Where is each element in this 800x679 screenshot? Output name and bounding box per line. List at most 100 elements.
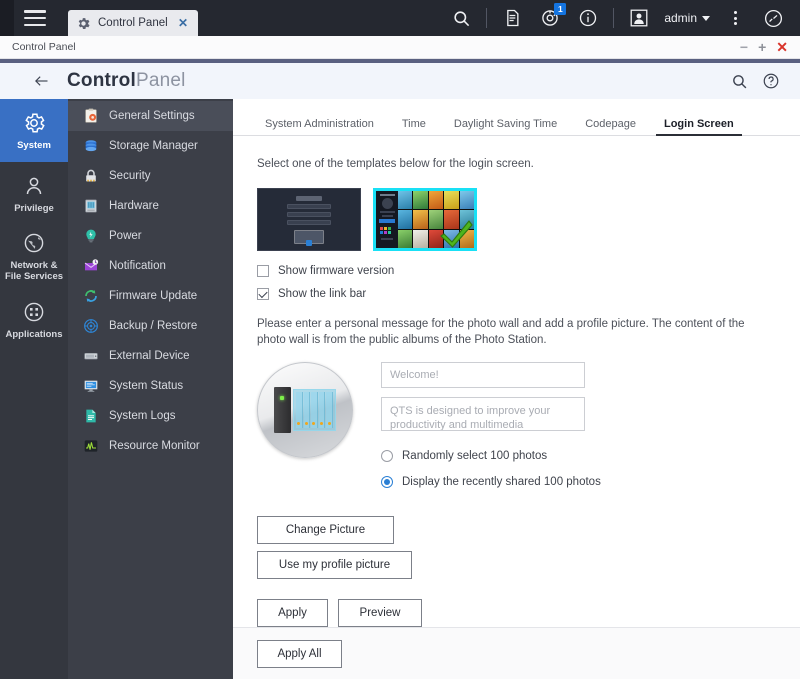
menu-item-security[interactable]: Security <box>68 161 233 191</box>
rail-label-privilege: Privilege <box>14 202 54 214</box>
user-avatar-icon[interactable] <box>620 0 658 36</box>
menu-item-system-status[interactable]: System Status <box>68 371 233 401</box>
preview-button[interactable]: Preview <box>338 599 422 627</box>
radio-row-random-photos[interactable]: Randomly select 100 photos <box>381 450 601 462</box>
classic-login-template[interactable] <box>257 188 361 251</box>
user-name: admin <box>664 11 697 25</box>
menu-item-power[interactable]: Power <box>68 221 233 251</box>
control-panel-header-icons <box>731 72 800 90</box>
settings-menu: General Settings Storage Manager Securit… <box>68 99 233 679</box>
checkbox-show-firmware-version[interactable] <box>257 265 269 277</box>
use-profile-picture-button[interactable]: Use my profile picture <box>257 551 412 579</box>
selected-checkmark-icon <box>439 218 473 248</box>
category-rail: System Privilege Network & File Services… <box>0 99 68 679</box>
radio-row-recently-shared[interactable]: Display the recently shared 100 photos <box>381 476 601 488</box>
help-icon[interactable] <box>762 72 780 90</box>
user-icon <box>22 174 46 198</box>
menu-item-hardware[interactable]: Hardware <box>68 191 233 221</box>
apply-all-button[interactable]: Apply All <box>257 639 342 668</box>
file-station-icon[interactable] <box>493 0 531 36</box>
checkbox-row-link-bar[interactable]: Show the link bar <box>257 288 776 300</box>
menu-item-notification[interactable]: Notification <box>68 251 233 281</box>
tab-codepage[interactable]: Codepage <box>571 118 650 135</box>
gear-icon <box>22 111 46 135</box>
notification-icon[interactable]: 1 <box>531 0 569 36</box>
more-vertical-icon[interactable] <box>716 0 754 36</box>
rail-item-system[interactable]: System <box>0 99 68 162</box>
tab-time[interactable]: Time <box>388 118 440 135</box>
checkbox-label: Show firmware version <box>278 265 395 277</box>
dashboard-icon[interactable] <box>754 0 792 36</box>
change-picture-button[interactable]: Change Picture <box>257 516 394 544</box>
tab-system-administration[interactable]: System Administration <box>251 118 388 135</box>
log-icon <box>82 408 99 425</box>
maximize-button[interactable]: + <box>758 40 766 54</box>
content-pane: System Administration Time Daylight Savi… <box>233 99 800 679</box>
menu-label: System Logs <box>109 410 176 422</box>
notification-badge: 1 <box>554 3 567 15</box>
notification-icon <box>82 258 99 275</box>
tab-daylight-saving-time[interactable]: Daylight Saving Time <box>440 118 571 135</box>
page-title-light: Panel <box>135 70 186 91</box>
menu-item-backup-restore[interactable]: Backup / Restore <box>68 311 233 341</box>
action-buttons: Apply Preview <box>257 599 776 627</box>
tab-login-screen[interactable]: Login Screen <box>650 118 748 136</box>
radio-recently-shared[interactable] <box>381 476 393 488</box>
window-tab-control-panel[interactable]: Control Panel ✕ <box>68 10 198 36</box>
close-window-button[interactable]: ✕ <box>776 40 788 54</box>
welcome-title-input[interactable] <box>381 362 585 388</box>
menu-item-system-logs[interactable]: System Logs <box>68 401 233 431</box>
hardware-icon <box>82 198 99 215</box>
clipboard-gear-icon <box>82 108 99 125</box>
photo-wall-thumbnail <box>376 191 474 248</box>
rail-label-network: Network & File Services <box>4 260 64 282</box>
menu-label: Hardware <box>109 200 159 212</box>
menu-item-general-settings[interactable]: General Settings <box>68 101 233 131</box>
photo-selection-options: Randomly select 100 photos Display the r… <box>381 450 601 502</box>
page-title: ControlPanel <box>67 70 186 92</box>
menu-label: Firmware Update <box>109 290 198 302</box>
menu-label: Security <box>109 170 151 182</box>
close-icon[interactable]: ✕ <box>176 17 190 29</box>
nas-device-avatar[interactable] <box>257 362 353 458</box>
picture-buttons: Change Picture Use my profile picture <box>257 516 417 579</box>
menu-item-firmware-update[interactable]: Firmware Update <box>68 281 233 311</box>
window-title: Control Panel <box>12 41 76 53</box>
control-panel-body: System Privilege Network & File Services… <box>0 99 800 679</box>
minimize-button[interactable]: − <box>740 40 748 54</box>
back-arrow-icon[interactable] <box>32 73 51 89</box>
info-icon[interactable] <box>569 0 607 36</box>
checkbox-row-firmware-version[interactable]: Show firmware version <box>257 265 776 277</box>
menu-item-resource-monitor[interactable]: Resource Monitor <box>68 431 233 461</box>
apply-button[interactable]: Apply <box>257 599 328 627</box>
thumbnail-sidebar <box>376 191 398 248</box>
divider <box>613 8 615 28</box>
message-fields: Randomly select 100 photos Display the r… <box>381 362 601 502</box>
nas-illustration <box>274 387 336 433</box>
checkbox-show-link-bar[interactable] <box>257 288 269 300</box>
radio-randomly-select[interactable] <box>381 450 393 462</box>
refresh-icon <box>82 288 99 305</box>
desktop-topbar: Control Panel ✕ 1 admin <box>0 0 800 36</box>
rail-item-privilege[interactable]: Privilege <box>0 162 68 225</box>
user-menu[interactable]: admin <box>658 11 716 25</box>
search-icon[interactable] <box>442 0 480 36</box>
personal-message-section: Randomly select 100 photos Display the r… <box>257 362 776 502</box>
rail-item-network-file-services[interactable]: Network & File Services <box>0 225 68 288</box>
power-icon <box>82 228 99 245</box>
menu-item-external-device[interactable]: External Device <box>68 341 233 371</box>
login-screen-settings: Select one of the templates below for th… <box>233 136 800 627</box>
backup-icon <box>82 318 99 335</box>
external-device-icon <box>82 348 99 365</box>
rail-item-applications[interactable]: Applications <box>0 288 68 351</box>
chevron-down-icon <box>702 15 710 21</box>
tab-label: Control Panel <box>98 17 168 29</box>
welcome-message-input[interactable] <box>381 397 585 431</box>
menu-item-storage-manager[interactable]: Storage Manager <box>68 131 233 161</box>
photo-wall-template[interactable] <box>373 188 477 251</box>
gear-icon <box>76 16 91 31</box>
thumbnail-badge <box>306 240 312 246</box>
grid-icon <box>22 300 46 324</box>
search-icon[interactable] <box>731 73 748 90</box>
hamburger-icon[interactable] <box>24 10 46 26</box>
